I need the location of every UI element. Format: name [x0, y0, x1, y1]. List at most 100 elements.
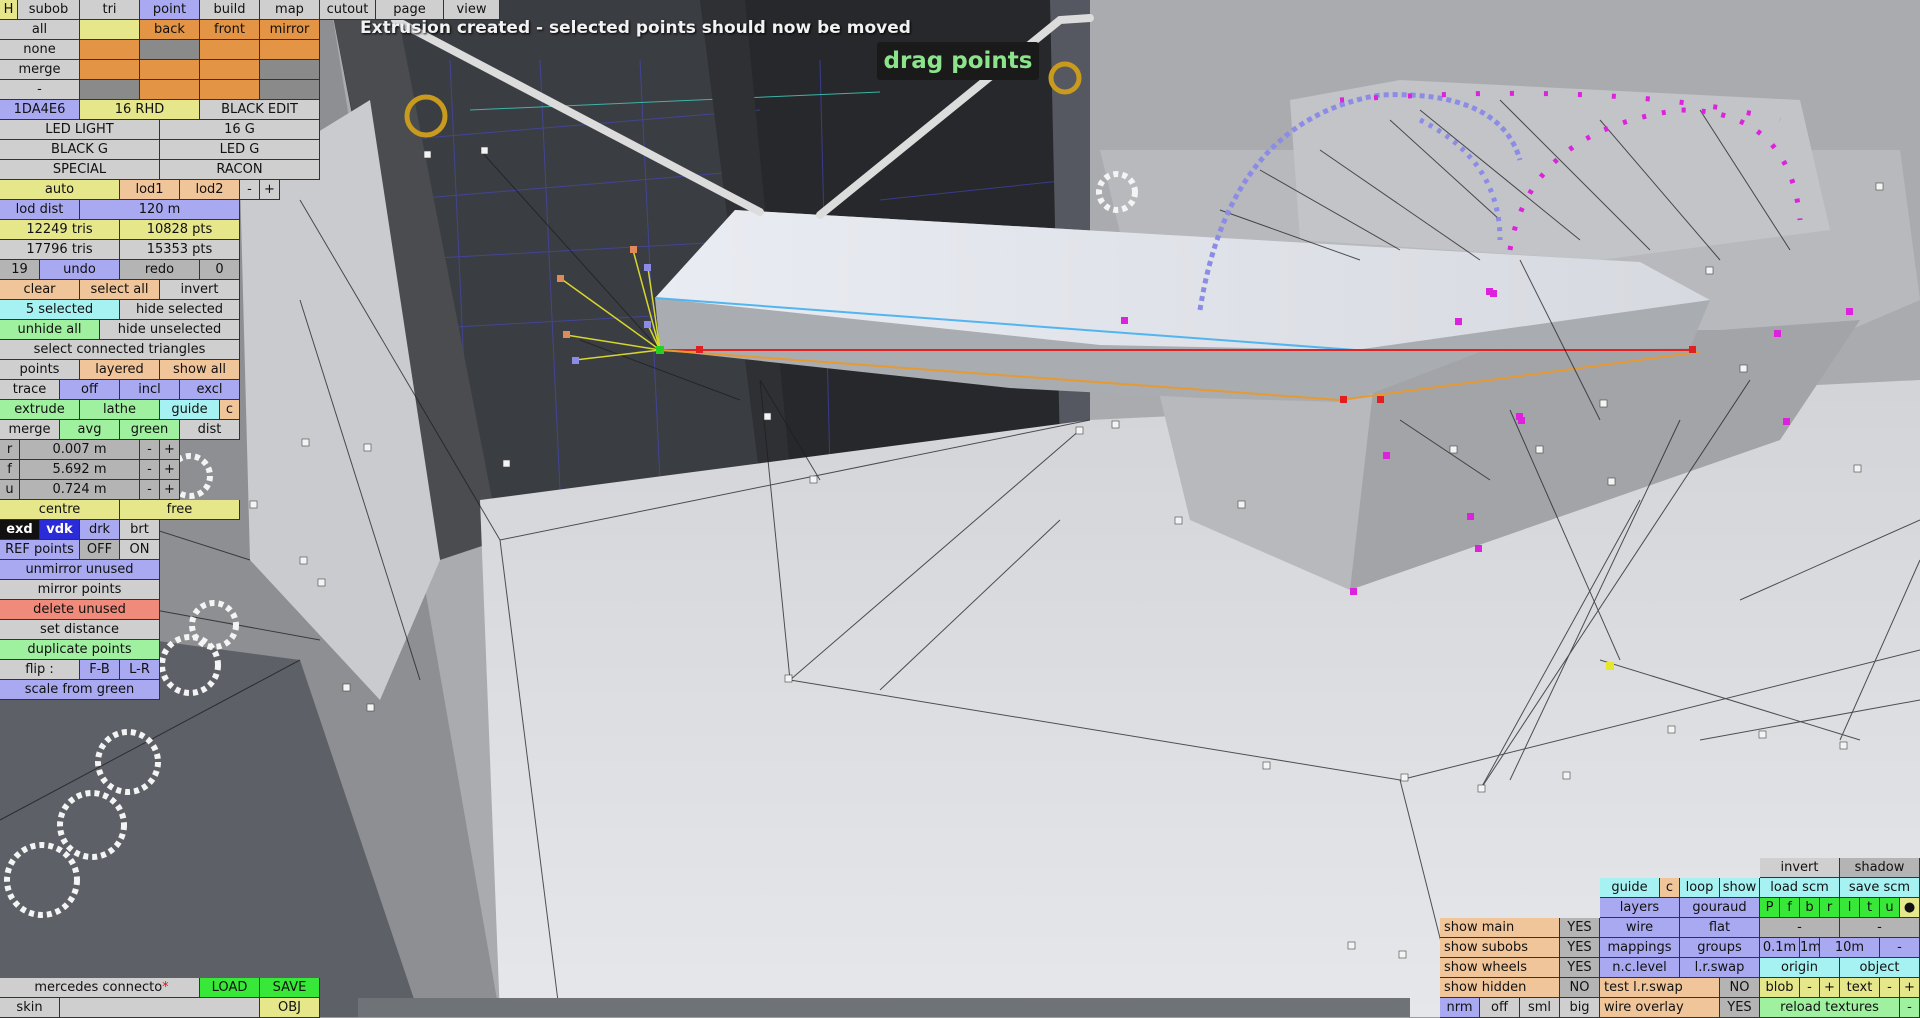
dist-button[interactable]: dist	[180, 420, 240, 440]
l-r-button[interactable]: L-R	[120, 660, 160, 680]
layer-toggle-3-button[interactable]: r	[1820, 898, 1840, 918]
layer-toggle-2-button[interactable]: b	[1800, 898, 1820, 918]
guide-button[interactable]: guide	[160, 400, 220, 420]
lod-dist-label-button[interactable]: lod dist	[0, 200, 80, 220]
coord-u-minus-button[interactable]: -	[140, 480, 160, 500]
drk-button[interactable]: drk	[80, 520, 120, 540]
axis-r-button[interactable]: r	[0, 440, 20, 460]
free-button[interactable]: free	[120, 500, 240, 520]
f-b-button[interactable]: F-B	[80, 660, 120, 680]
c-button[interactable]: c	[1660, 878, 1680, 898]
select-cell-1-3-button[interactable]	[260, 40, 320, 60]
select-connected-triangles-button[interactable]: select connected triangles	[0, 340, 240, 360]
layers-button[interactable]: layers	[1600, 898, 1680, 918]
tab-subob-button[interactable]: subob	[18, 0, 80, 20]
5-selected-button[interactable]: 5 selected	[0, 300, 120, 320]
select-blank-button[interactable]: -	[0, 80, 80, 100]
layer-toggle-5-button[interactable]: t	[1860, 898, 1880, 918]
auto-button[interactable]: auto	[0, 180, 120, 200]
1da4e6-button[interactable]: 1DA4E6	[0, 100, 80, 120]
excl-button[interactable]: excl	[180, 380, 240, 400]
flip-button[interactable]: flip :	[0, 660, 80, 680]
reload-extra-button[interactable]: -	[1900, 998, 1920, 1018]
incl-button[interactable]: incl	[120, 380, 180, 400]
show-show-wheels-button[interactable]: show wheels	[1440, 958, 1560, 978]
select-all-button[interactable]: all	[0, 20, 80, 40]
black-g-button[interactable]: BLACK G	[0, 140, 160, 160]
obj-button[interactable]: OBJ	[260, 998, 320, 1018]
special-button[interactable]: SPECIAL	[0, 160, 160, 180]
tab-h-button[interactable]: H	[0, 0, 18, 20]
blank-button[interactable]: -	[240, 180, 260, 200]
coord-r-plus-button[interactable]: +	[160, 440, 180, 460]
select-cell-3-0-button[interactable]	[80, 80, 140, 100]
guide-button[interactable]: guide	[1600, 878, 1660, 898]
filename-field-button[interactable]: mercedes connecto*	[0, 978, 200, 998]
skin-field-button[interactable]	[60, 998, 260, 1018]
coord-f-value-button[interactable]: 5.692 m	[20, 460, 140, 480]
delete-unused-button[interactable]: delete unused	[0, 600, 160, 620]
coord-u-value-button[interactable]: 0.724 m	[20, 480, 140, 500]
mappings-button[interactable]: mappings	[1600, 938, 1680, 958]
select-cell-1-1-button[interactable]	[140, 40, 200, 60]
trace-button[interactable]: trace	[0, 380, 60, 400]
test-lr-swap-value-button[interactable]: NO	[1720, 978, 1760, 998]
coord-r-value-button[interactable]: 0.007 m	[20, 440, 140, 460]
clear-button[interactable]: clear	[0, 280, 80, 300]
big-button[interactable]: big	[1560, 998, 1600, 1018]
exd-button[interactable]: exd	[0, 520, 40, 540]
shadow-button[interactable]: shadow	[1840, 858, 1920, 878]
blank-button[interactable]: -	[1880, 938, 1920, 958]
coord-f-minus-button[interactable]: -	[140, 460, 160, 480]
groups-button[interactable]: groups	[1680, 938, 1760, 958]
lod2-button[interactable]: lod2	[180, 180, 240, 200]
show-all-button[interactable]: show all	[160, 360, 240, 380]
select-cell-2-0-button[interactable]	[80, 60, 140, 80]
mirror-points-button[interactable]: mirror points	[0, 580, 160, 600]
show-show-subobs-value-button[interactable]: YES	[1560, 938, 1600, 958]
c-button[interactable]: c	[220, 400, 240, 420]
tab-build-button[interactable]: build	[200, 0, 260, 20]
load-button[interactable]: LOAD	[200, 978, 260, 998]
n-c-level-button[interactable]: n.c.level	[1600, 958, 1680, 978]
axis-f-button[interactable]: f	[0, 460, 20, 480]
scale-from-green-button[interactable]: scale from green	[0, 680, 160, 700]
10m-button[interactable]: 10m	[1820, 938, 1880, 958]
lod1-button[interactable]: lod1	[120, 180, 180, 200]
text-button[interactable]: text	[1840, 978, 1880, 998]
16-rhd-button[interactable]: 16 RHD	[80, 100, 200, 120]
blank-button[interactable]: -	[1800, 978, 1820, 998]
select-cell-2-1-button[interactable]	[140, 60, 200, 80]
select-cell-0-3-button[interactable]: mirror	[260, 20, 320, 40]
select-cell-0-1-button[interactable]: back	[140, 20, 200, 40]
invert-button[interactable]: invert	[160, 280, 240, 300]
show-button[interactable]: show	[1720, 878, 1760, 898]
tab-map-button[interactable]: map	[260, 0, 320, 20]
select-cell-1-0-button[interactable]	[80, 40, 140, 60]
blank-button[interactable]: +	[1900, 978, 1920, 998]
skin-label-button[interactable]: skin	[0, 998, 60, 1018]
lathe-button[interactable]: lathe	[80, 400, 160, 420]
off-button[interactable]: off	[1480, 998, 1520, 1018]
tab-tri-button[interactable]: tri	[80, 0, 140, 20]
layer-toggle-0-button[interactable]: P	[1760, 898, 1780, 918]
ref-points-button[interactable]: REF points	[0, 540, 80, 560]
save-button[interactable]: SAVE	[260, 978, 320, 998]
0-1m-button[interactable]: 0.1m	[1760, 938, 1800, 958]
show-show-wheels-value-button[interactable]: YES	[1560, 958, 1600, 978]
layer-toggle-7-button[interactable]: ●	[1900, 898, 1920, 918]
hide-unselected-button[interactable]: hide unselected	[100, 320, 240, 340]
show-show-hidden-value-button[interactable]: NO	[1560, 978, 1600, 998]
redo-button[interactable]: redo	[120, 260, 200, 280]
layer-toggle-1-button[interactable]: f	[1780, 898, 1800, 918]
0-button[interactable]: 0	[200, 260, 240, 280]
vdk-button[interactable]: vdk	[40, 520, 80, 540]
select-all-button[interactable]: select all	[80, 280, 160, 300]
16-g-button[interactable]: 16 G	[160, 120, 320, 140]
led-light-button[interactable]: LED LIGHT	[0, 120, 160, 140]
set-distance-button[interactable]: set distance	[0, 620, 160, 640]
blank-button[interactable]: -	[1760, 918, 1840, 938]
avg-button[interactable]: avg	[60, 420, 120, 440]
led-g-button[interactable]: LED G	[160, 140, 320, 160]
blank-button[interactable]: -	[1840, 918, 1920, 938]
